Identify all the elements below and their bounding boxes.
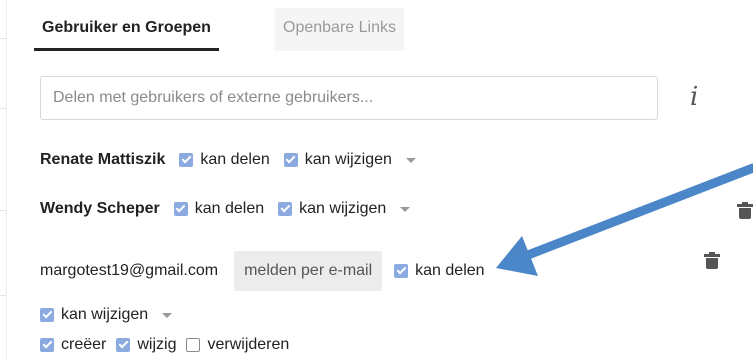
left-panel-divider	[0, 38, 6, 39]
tab-public-links[interactable]: Openbare Links	[275, 8, 404, 51]
checkbox-checked-icon[interactable]	[116, 338, 131, 352]
permission-label: creëer	[61, 336, 107, 353]
permission-can-edit[interactable]: kan wijzigen	[40, 306, 148, 324]
info-icon[interactable]: i	[690, 82, 698, 112]
checkbox-checked-icon[interactable]	[173, 202, 188, 216]
checkbox-checked-icon[interactable]	[278, 202, 293, 216]
share-user-name: Renate Mattiszik	[40, 151, 166, 168]
share-row-email-user-perms: kan wijzigen	[40, 301, 173, 329]
left-panel-divider	[0, 210, 6, 211]
notify-by-email-button[interactable]: melden per e-mail	[234, 251, 383, 291]
share-row-renate: Renate Mattiszik kan delen kan wijzigen	[40, 146, 416, 174]
left-panel-divider	[0, 295, 6, 296]
permission-modify[interactable]: wijzig	[116, 336, 176, 354]
permission-can-edit[interactable]: kan wijzigen	[283, 151, 392, 169]
permission-can-share[interactable]: kan delen	[394, 262, 485, 280]
share-user-email: margotest19@gmail.com	[40, 262, 219, 279]
checkbox-checked-icon[interactable]	[40, 338, 54, 352]
trash-icon[interactable]	[704, 252, 720, 269]
checkbox-unchecked-icon[interactable]	[186, 338, 201, 352]
permission-delete[interactable]: verwijderen	[186, 336, 289, 354]
checkbox-checked-icon[interactable]	[179, 153, 194, 167]
checkbox-checked-icon[interactable]	[394, 264, 409, 278]
permission-label: wijzig	[137, 336, 177, 353]
checkbox-checked-icon[interactable]	[283, 153, 298, 167]
share-search-input[interactable]	[40, 76, 658, 120]
share-sub-permissions: creëer wijzig verwijderen	[40, 331, 289, 359]
permission-label: kan delen	[415, 262, 485, 279]
permission-label: kan wijzigen	[61, 306, 149, 323]
permission-label: kan wijzigen	[299, 200, 387, 217]
share-user-name: Wendy Scheper	[40, 200, 160, 217]
checkbox-checked-icon[interactable]	[40, 308, 54, 322]
permission-can-share[interactable]: kan delen	[179, 151, 270, 169]
chevron-down-icon[interactable]	[400, 206, 411, 212]
permission-label: verwijderen	[207, 336, 290, 353]
permission-create[interactable]: creëer	[40, 336, 106, 354]
chevron-down-icon[interactable]	[405, 157, 416, 163]
chevron-down-icon[interactable]	[162, 312, 173, 318]
permission-label: kan delen	[200, 151, 270, 168]
permission-label: kan wijzigen	[304, 151, 392, 168]
permission-can-edit[interactable]: kan wijzigen	[278, 200, 386, 218]
trash-icon[interactable]	[737, 202, 753, 219]
share-row-email-user: margotest19@gmail.com melden per e-mail …	[40, 251, 485, 291]
tab-users-and-groups[interactable]: Gebruiker en Groepen	[34, 8, 219, 51]
left-panel-edge	[0, 0, 7, 360]
permission-can-share[interactable]: kan delen	[173, 200, 265, 218]
left-panel-divider	[0, 108, 6, 109]
share-row-wendy: Wendy Scheper kan delen kan wijzigen	[40, 195, 411, 223]
permission-label: kan delen	[194, 200, 265, 217]
